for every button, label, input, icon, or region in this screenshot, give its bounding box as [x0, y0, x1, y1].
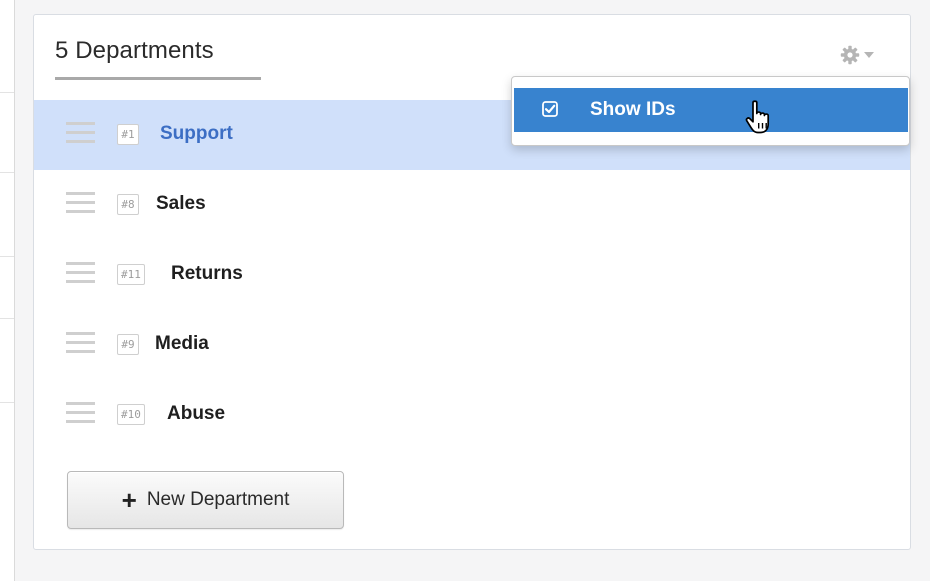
department-id-badge: #10 [117, 404, 145, 425]
left-edge-strip [0, 0, 15, 581]
department-row-returns[interactable]: #11 Returns [34, 240, 910, 310]
caret-down-icon [864, 52, 874, 58]
department-name[interactable]: Support [160, 122, 233, 146]
department-name[interactable]: Sales [156, 192, 206, 216]
department-name[interactable]: Abuse [167, 402, 225, 426]
department-list: #1 Support #8 Sales #11 Returns #9 Media [34, 100, 910, 450]
gear-icon [840, 45, 860, 65]
department-row-media[interactable]: #9 Media [34, 310, 910, 380]
settings-menu-toggle[interactable] [840, 43, 884, 67]
new-department-button[interactable]: + New Department [67, 471, 344, 529]
strip-divider [0, 92, 14, 93]
plus-icon: + [121, 485, 137, 515]
department-id-badge: #8 [117, 194, 139, 215]
strip-divider [0, 318, 14, 319]
department-name[interactable]: Media [155, 332, 209, 356]
menu-item-show-ids[interactable]: Show IDs [514, 88, 908, 132]
drag-handle-icon[interactable] [66, 192, 95, 216]
department-id-badge: #11 [117, 264, 145, 285]
department-id-badge: #1 [117, 124, 139, 145]
drag-handle-icon[interactable] [66, 402, 95, 426]
new-department-label: New Department [146, 489, 290, 510]
drag-handle-icon[interactable] [66, 122, 95, 146]
department-id-badge: #9 [117, 334, 139, 355]
strip-divider [0, 172, 14, 173]
page-title: 5 Departments [55, 37, 214, 64]
department-row-abuse[interactable]: #10 Abuse [34, 380, 910, 450]
title-underline [55, 77, 261, 80]
department-name[interactable]: Returns [171, 262, 243, 286]
drag-handle-icon[interactable] [66, 332, 95, 356]
menu-item-label: Show IDs [590, 99, 676, 120]
department-row-sales[interactable]: #8 Sales [34, 170, 910, 240]
strip-divider [0, 256, 14, 257]
settings-dropdown-menu: Show IDs [511, 76, 910, 146]
drag-handle-icon[interactable] [66, 262, 95, 286]
strip-divider [0, 402, 14, 403]
checkbox-checked-icon [542, 101, 558, 117]
